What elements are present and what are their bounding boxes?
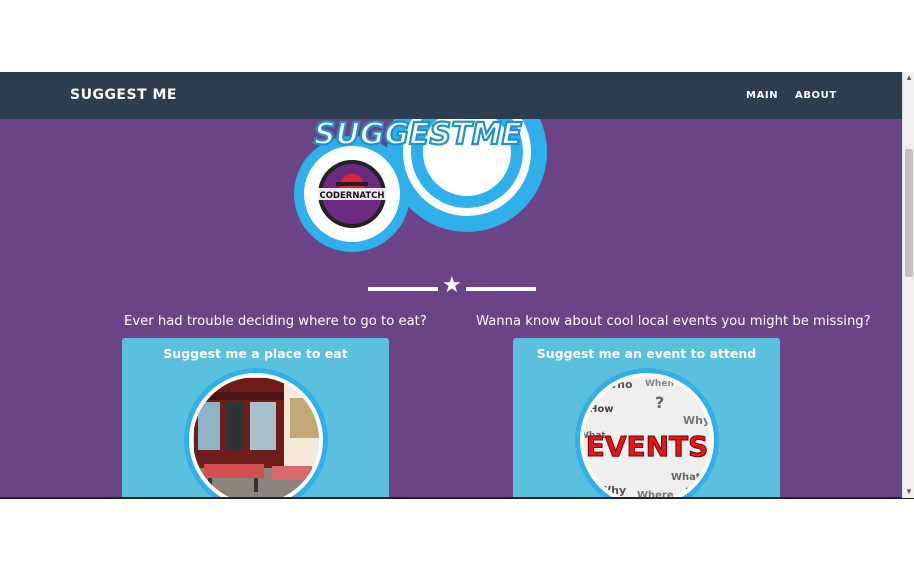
- event-question: Wanna know about cool local events you m…: [476, 314, 871, 329]
- nav-link-main[interactable]: MAIN: [746, 90, 778, 101]
- scroll-down-icon[interactable]: ▼: [903, 486, 914, 498]
- scroll-up-icon[interactable]: ▲: [903, 72, 914, 84]
- navbar: SUGGEST ME MAIN ABOUT: [0, 72, 902, 119]
- suggestme-logo: CODERNATCH SUGGESTME: [294, 112, 547, 252]
- suggest-event-card[interactable]: Suggest me an event to attend Who When H…: [513, 338, 780, 498]
- svg-text:?: ?: [655, 393, 664, 412]
- badge-text: CODERNATCH: [319, 191, 384, 201]
- nav-link-about[interactable]: ABOUT: [795, 90, 837, 101]
- logo-text: SUGGESTME: [314, 117, 523, 152]
- restaurant-image[interactable]: [184, 368, 328, 498]
- events-image[interactable]: Who When How ? Why What Why Where What ?…: [575, 368, 719, 498]
- suggest-place-title[interactable]: Suggest me a place to eat: [122, 346, 389, 361]
- events-word: EVENTS: [586, 430, 709, 463]
- food-question: Ever had trouble deciding where to go to…: [124, 314, 427, 329]
- vertical-scrollbar[interactable]: ▲ ▼: [902, 72, 914, 498]
- brand-link[interactable]: SUGGEST ME: [70, 87, 177, 103]
- bottom-border: [0, 497, 914, 499]
- star-icon: ★: [442, 272, 462, 297]
- star-divider: ★: [368, 274, 536, 300]
- browser-viewport: SUGGEST ME MAIN ABOUT CODERNATCH SUGGEST…: [0, 72, 914, 498]
- suggest-place-card[interactable]: Suggest me a place to eat: [122, 338, 389, 498]
- suggest-event-title[interactable]: Suggest me an event to attend: [513, 346, 780, 361]
- scroll-thumb[interactable]: [905, 149, 913, 277]
